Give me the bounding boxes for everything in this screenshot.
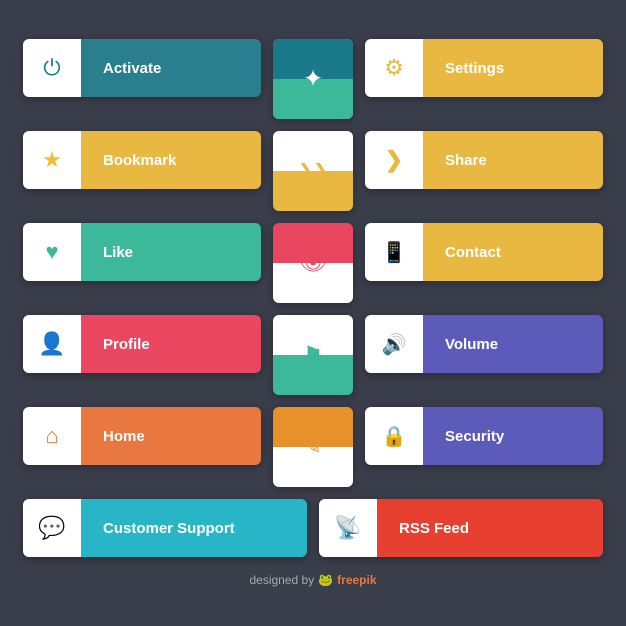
volume-label: Volume <box>445 336 498 353</box>
profile-button[interactable]: 👤 Profile <box>23 315 261 373</box>
volume-button[interactable]: 🔊 Volume <box>365 315 603 373</box>
chat-icon: 💬 <box>38 515 65 541</box>
security-label: Security <box>445 428 504 445</box>
footer-text: designed by <box>249 573 314 587</box>
rss-icon: 📡 <box>334 515 361 541</box>
bottom-row: 💬 Customer Support 📡 RSS Feed <box>23 499 603 557</box>
activate-label: Activate <box>103 60 161 77</box>
freepik-logo: 🐸 <box>318 573 333 587</box>
contact-button[interactable]: 📱 Contact <box>365 223 603 281</box>
rss-feed-label: RSS Feed <box>399 520 469 537</box>
customer-support-button[interactable]: 💬 Customer Support <box>23 499 307 557</box>
home-icon: ⌂ <box>45 423 58 449</box>
settings-button[interactable]: ⚙ Settings <box>365 39 603 97</box>
star-icon: ★ <box>42 147 62 173</box>
center-card-1: ✦ <box>273 39 353 119</box>
chevrons-icon: ❯❯ <box>298 161 328 182</box>
profile-label: Profile <box>103 336 150 353</box>
security-button[interactable]: 🔒 Security <box>365 407 603 465</box>
profile-icon: 👤 <box>38 331 65 357</box>
volume-icon: 🔊 <box>382 332 407 357</box>
flag-icon: ⚑ <box>303 342 323 368</box>
like-label: Like <box>103 244 133 261</box>
contact-label: Contact <box>445 244 501 261</box>
activate-button[interactable]: ⏻ Activate <box>23 39 261 97</box>
share-label: Share <box>445 152 487 169</box>
gear-icon: ⚙ <box>384 55 404 81</box>
footer: designed by 🐸 freepik <box>249 573 376 587</box>
bookmark-label: Bookmark <box>103 152 176 169</box>
edit-icon: ✎ <box>305 435 322 460</box>
heart-icon: ♥ <box>45 239 58 265</box>
home-label: Home <box>103 428 145 445</box>
center-card-5: ✎ <box>273 407 353 487</box>
like-button[interactable]: ♥ Like <box>23 223 261 281</box>
customer-support-label: Customer Support <box>103 520 235 537</box>
home-button[interactable]: ⌂ Home <box>23 407 261 465</box>
share-button[interactable]: ❯ Share <box>365 131 603 189</box>
sparkle-icon: ✦ <box>303 65 323 94</box>
bookmark-button[interactable]: ★ Bookmark <box>23 131 261 189</box>
rss-feed-button[interactable]: 📡 RSS Feed <box>319 499 603 557</box>
center-card-4: ⚑ <box>273 315 353 395</box>
brand-name: freepik <box>337 573 376 587</box>
center-card-2: ❯❯ <box>273 131 353 211</box>
power-icon: ⏻ <box>43 55 60 81</box>
share-icon: ❯ <box>385 147 403 173</box>
center-card-3: 👁 <box>273 223 353 303</box>
lock-icon: 🔒 <box>382 424 407 449</box>
settings-label: Settings <box>445 60 504 77</box>
eye-icon: 👁 <box>299 250 327 276</box>
mobile-icon: 📱 <box>382 240 407 265</box>
